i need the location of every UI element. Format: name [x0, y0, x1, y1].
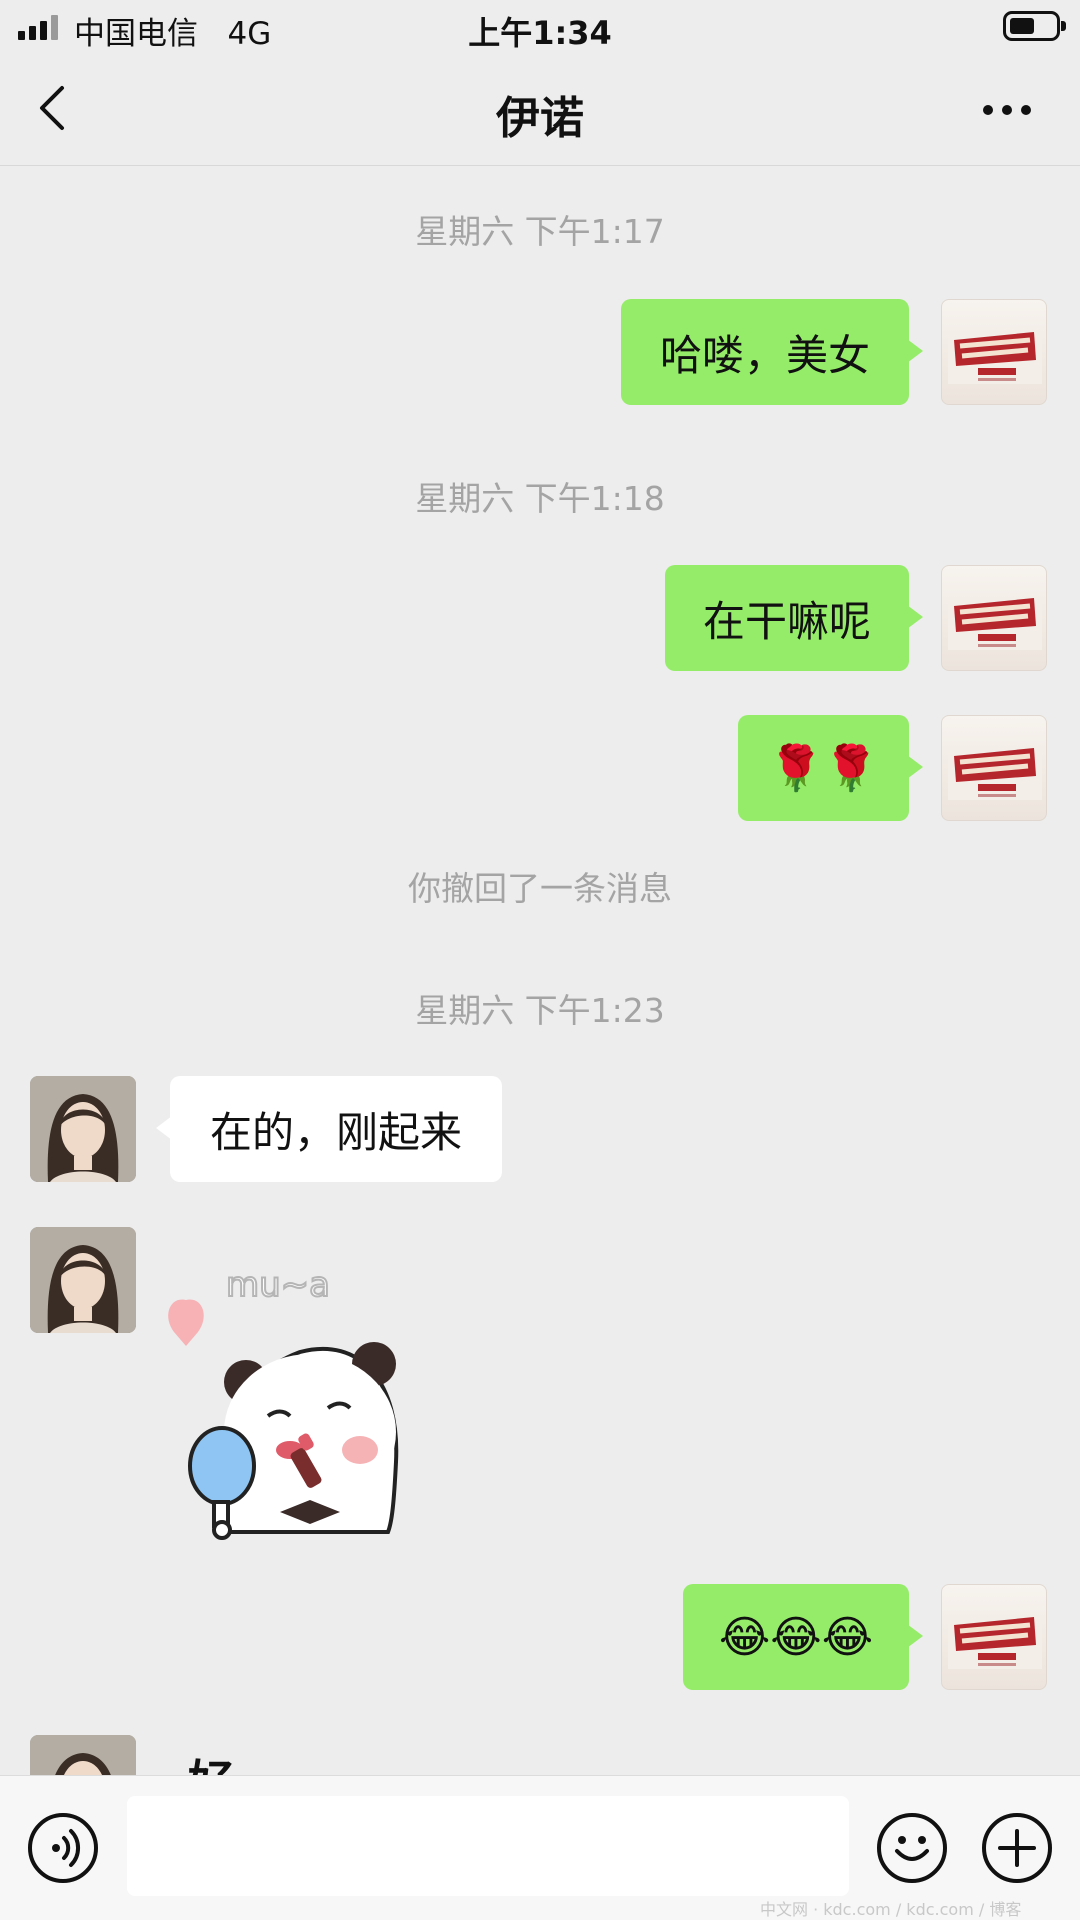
- emoji-button[interactable]: [877, 1813, 947, 1883]
- fitness-logo-avatar: [948, 1617, 1042, 1669]
- fitness-logo-avatar: [948, 598, 1042, 650]
- chat-header: 伊诺: [0, 52, 1080, 166]
- contact-photo: [30, 1076, 136, 1182]
- sticker-caption: mu~a: [226, 1265, 330, 1305]
- my-avatar[interactable]: [941, 565, 1047, 671]
- message-input[interactable]: [127, 1796, 849, 1896]
- message-bubble-outgoing[interactable]: 🌹🌹: [738, 715, 923, 821]
- contact-photo: [30, 1227, 136, 1333]
- message-bubble-outgoing[interactable]: 在干嘛呢: [665, 565, 923, 671]
- watermark: 中文网 · kdc.com / kdc.com / 博客: [760, 1900, 1022, 1919]
- contact-avatar[interactable]: [30, 1076, 136, 1182]
- voice-button[interactable]: [28, 1813, 98, 1883]
- message-text-partial: 好: [188, 1746, 234, 1775]
- recall-notice: 你撤回了一条消息: [408, 869, 672, 908]
- my-avatar[interactable]: [941, 715, 1047, 821]
- timestamp: 星期六 下午1:23: [415, 991, 665, 1030]
- contact-avatar[interactable]: [30, 1735, 136, 1775]
- battery-icon: [1003, 11, 1066, 41]
- more-options-button[interactable]: [978, 90, 1038, 130]
- status-bar: 中国电信 4G 上午1:34: [0, 0, 1080, 52]
- message-bubble-incoming[interactable]: 在的，刚起来: [156, 1076, 502, 1182]
- chat-history[interactable]: 星期六 下午1:17 哈喽，美女 星期六 下午1:18 在干嘛呢 🌹🌹 你撤回了…: [0, 167, 1080, 1775]
- panda-kiss-sticker[interactable]: mu~a: [160, 1232, 480, 1542]
- message-bubble-outgoing[interactable]: 哈喽，美女: [621, 299, 923, 405]
- more-functions-button[interactable]: [982, 1813, 1052, 1883]
- timestamp: 星期六 下午1:17: [415, 212, 665, 251]
- message-bubble-outgoing[interactable]: 😂😂😂: [683, 1584, 923, 1690]
- my-avatar[interactable]: [941, 1584, 1047, 1690]
- panda-sticker-image: mu~a: [168, 1264, 399, 1540]
- contact-avatar[interactable]: [30, 1227, 136, 1333]
- emoji-smile-icon: [895, 1836, 929, 1861]
- fitness-logo-avatar: [948, 748, 1042, 800]
- chat-title: 伊诺: [496, 93, 584, 144]
- plus-icon: [998, 1829, 1036, 1867]
- more-dots-icon: [983, 105, 1031, 115]
- my-avatar[interactable]: [941, 299, 1047, 405]
- voice-icon: [52, 1829, 81, 1867]
- status-time: 上午1:34: [468, 14, 612, 52]
- timestamp: 星期六 下午1:18: [415, 479, 665, 518]
- contact-photo: [30, 1735, 136, 1775]
- fitness-logo-avatar: [948, 332, 1042, 384]
